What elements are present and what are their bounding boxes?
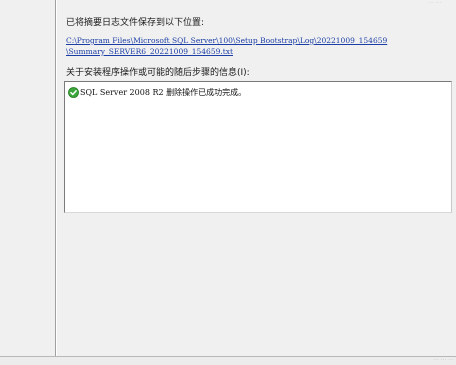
info-message-text: SQL Server 2008 R2 删除操作已成功完成。 xyxy=(80,88,247,97)
info-message-row: SQL Server 2008 R2 删除操作已成功完成。 xyxy=(68,87,246,98)
summary-log-path-line2[interactable]: \Summary_SERVER6_20221009_154659.txt xyxy=(66,46,387,57)
summary-log-path-line1[interactable]: C:\Program Files\Microsoft SQL Server\10… xyxy=(66,35,387,46)
summary-log-link[interactable]: C:\Program Files\Microsoft SQL Server\10… xyxy=(66,35,387,57)
info-textbox[interactable]: SQL Server 2008 R2 删除操作已成功完成。 xyxy=(64,81,452,213)
summary-log-saved-label: 已将摘要日志文件保存到以下位置: xyxy=(66,18,205,28)
corner-watermark: ··· ··· xyxy=(428,0,442,7)
bottom-button-strip xyxy=(0,357,456,365)
setup-complete-page: ··· ··· 已将摘要日志文件保存到以下位置: C:\Program File… xyxy=(0,0,456,365)
left-navigation-pane xyxy=(0,0,55,356)
success-check-icon xyxy=(68,87,79,98)
pane-divider-highlight xyxy=(56,0,57,356)
info-label: 关于安装程序操作或可能的随后步骤的信息(I): xyxy=(66,68,250,78)
bottom-watermark: ··· ··· ··· xyxy=(433,357,454,364)
